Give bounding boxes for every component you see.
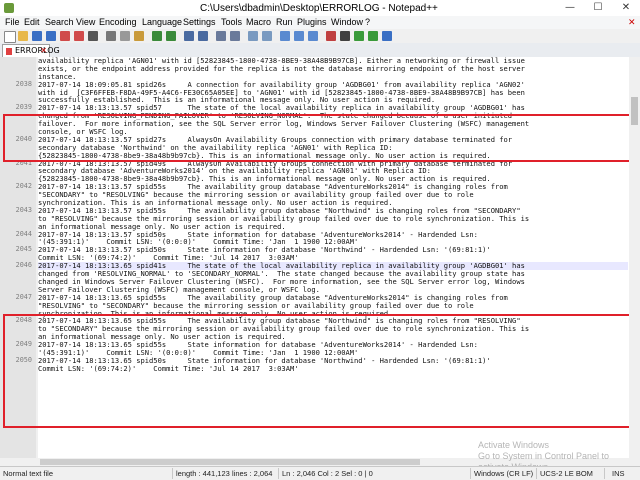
status-separator — [470, 468, 471, 479]
line-number: 2047 — [15, 292, 32, 301]
save-icon[interactable] — [32, 31, 42, 41]
copy-icon[interactable] — [120, 31, 130, 41]
redo-icon[interactable] — [166, 31, 176, 41]
tab-errorlog[interactable]: ERRORLOG ✕ — [2, 44, 60, 58]
horizontal-scroll-thumb[interactable] — [40, 459, 420, 465]
zoom-in-icon[interactable] — [216, 31, 226, 41]
status-bar: Normal text file length : 441,123 lines … — [0, 466, 640, 480]
tab-close-icon[interactable]: ✕ — [40, 45, 47, 57]
indent-guide-icon[interactable] — [308, 31, 318, 41]
menu-macro[interactable]: Macro — [246, 17, 271, 27]
close-doc-icon[interactable]: ✕ — [628, 17, 636, 28]
line-text: exists, or the endpoint address provided… — [38, 63, 525, 73]
toolbar — [0, 29, 640, 44]
watermark-line2: Go to System in Control Panel to — [478, 451, 610, 461]
line-number: 2043 — [15, 205, 32, 214]
status-separator — [604, 468, 605, 479]
save-all-icon[interactable] — [46, 31, 56, 41]
replace-icon[interactable] — [198, 31, 208, 41]
menu-view[interactable]: View — [76, 17, 95, 27]
find-icon[interactable] — [184, 31, 194, 41]
menu-settings[interactable]: Settings — [183, 17, 216, 27]
print-icon[interactable] — [88, 31, 98, 41]
sync-v-scroll-icon[interactable] — [248, 31, 258, 41]
close-all-icon[interactable] — [74, 31, 84, 41]
status-separator — [172, 468, 173, 479]
status-file-type: Normal text file — [3, 469, 54, 478]
status-eol[interactable]: Windows (CR LF) — [474, 469, 533, 478]
run-macro-multiple-icon[interactable] — [368, 31, 378, 41]
highlight-box-line-2046 — [3, 314, 632, 428]
menu-tools[interactable]: Tools — [221, 17, 242, 27]
menu-plugins[interactable]: Plugins — [297, 17, 327, 27]
line-number: 2044 — [15, 229, 32, 238]
maximize-button[interactable]: ☐ — [584, 0, 612, 16]
save-macro-icon[interactable] — [382, 31, 392, 41]
menu-help[interactable]: ? — [365, 17, 370, 27]
menu-language[interactable]: Language — [142, 17, 182, 27]
show-all-chars-icon[interactable] — [294, 31, 304, 41]
window-title: C:\Users\dbadmin\Desktop\ERRORLOG - Note… — [200, 3, 438, 14]
cut-icon[interactable] — [106, 31, 116, 41]
vertical-scroll-thumb[interactable] — [631, 97, 638, 125]
editor-line[interactable]: exists, or the endpoint address provided… — [38, 63, 628, 73]
tab-bar: ERRORLOG ✕ — [0, 43, 640, 58]
open-file-icon[interactable] — [18, 31, 28, 41]
status-encoding[interactable]: UCS-2 LE BOM — [540, 469, 593, 478]
minimize-button[interactable]: — — [556, 0, 584, 16]
new-file-icon[interactable] — [4, 31, 16, 43]
sync-h-scroll-icon[interactable] — [262, 31, 272, 41]
line-number: 2039 — [15, 103, 32, 112]
record-macro-icon[interactable] — [326, 31, 336, 41]
vertical-scrollbar[interactable] — [629, 57, 640, 466]
line-number: 2042 — [15, 182, 32, 191]
title-bar: C:\Users\dbadmin\Desktop\ERRORLOG - Note… — [0, 0, 640, 17]
status-lines: lines : 2,064 — [232, 469, 273, 478]
undo-icon[interactable] — [152, 31, 162, 41]
menu-window[interactable]: Window — [331, 17, 363, 27]
line-number: 2046 — [15, 261, 32, 270]
status-separator — [278, 468, 279, 479]
tab-label: ERRORLOG — [15, 46, 60, 55]
status-position: Ln : 2,046 Col : 2 Sel : 0 | 0 — [282, 469, 373, 478]
zoom-out-icon[interactable] — [230, 31, 240, 41]
menu-edit[interactable]: Edit — [24, 17, 40, 27]
watermark-line1: Activate Windows — [478, 440, 550, 450]
menu-run[interactable]: Run — [276, 17, 293, 27]
line-number: 2045 — [15, 245, 32, 254]
stop-macro-icon[interactable] — [340, 31, 350, 41]
editor-area[interactable]: availability replica 'AGN01' with id [52… — [0, 57, 640, 466]
notepad-plus-plus-icon — [4, 3, 14, 13]
close-file-icon[interactable] — [60, 31, 70, 41]
close-button[interactable]: ✕ — [612, 0, 640, 16]
play-macro-icon[interactable] — [354, 31, 364, 41]
status-insert-mode: INS — [612, 469, 625, 478]
menu-file[interactable]: File — [5, 17, 20, 27]
status-length: length : 441,123 — [176, 469, 230, 478]
status-separator — [536, 468, 537, 479]
file-modified-icon — [6, 48, 12, 55]
word-wrap-icon[interactable] — [280, 31, 290, 41]
highlight-box-line-2039 — [3, 114, 632, 162]
line-number: 2038 — [15, 79, 32, 88]
paste-icon[interactable] — [134, 31, 144, 41]
menu-search[interactable]: Search — [45, 17, 74, 27]
menu-bar: File Edit Search View Encoding Language … — [0, 16, 640, 29]
menu-encoding[interactable]: Encoding — [99, 17, 137, 27]
